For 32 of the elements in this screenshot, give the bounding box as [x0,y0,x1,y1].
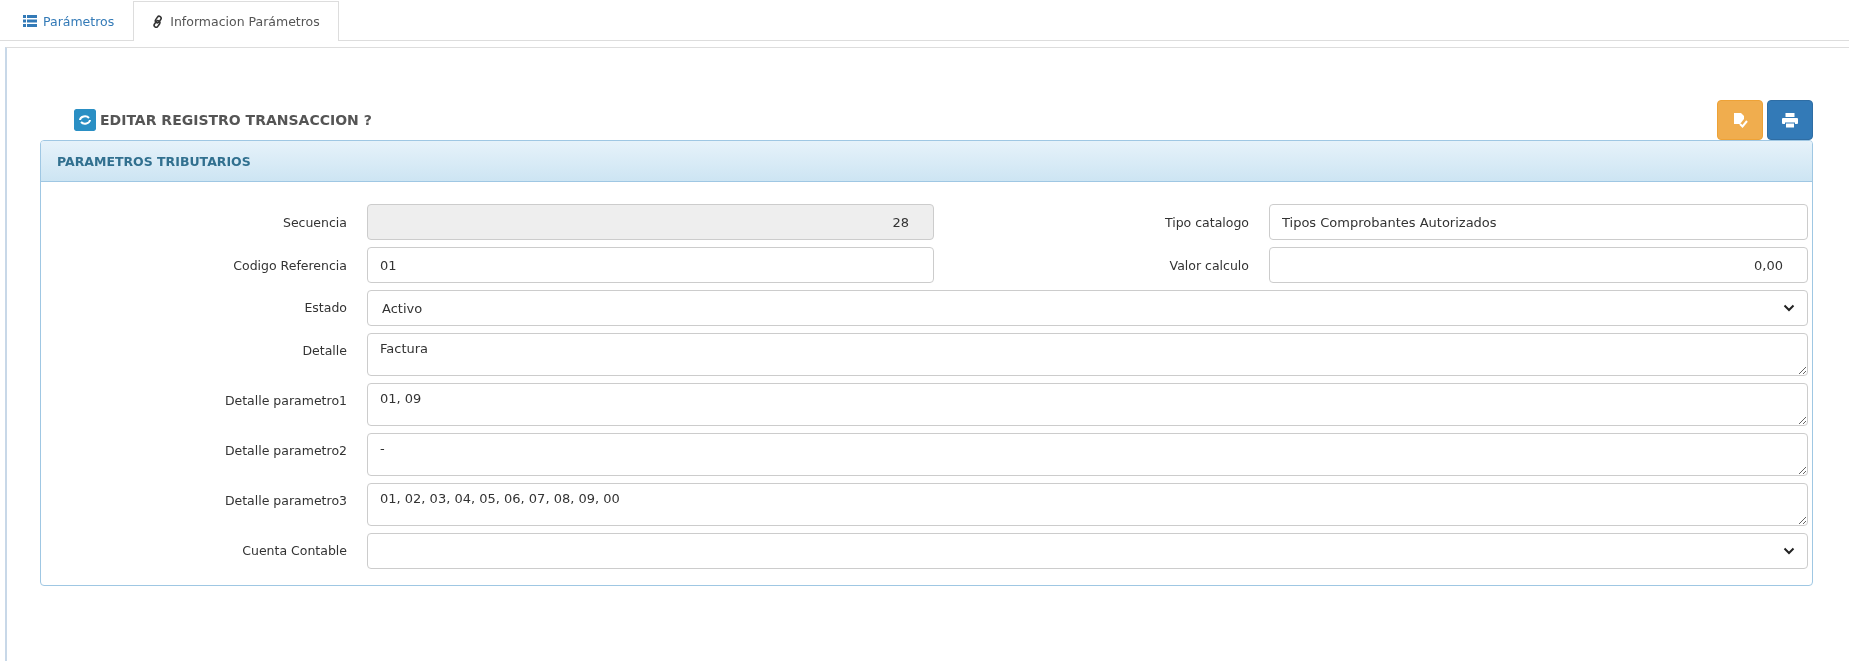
print-icon [1782,112,1798,128]
chevron-down-icon [1783,547,1795,555]
input-field[interactable]: 01 [367,247,934,283]
dropdown[interactable] [367,533,1808,569]
readonly-field[interactable]: 28 [367,204,934,240]
input-field[interactable]: Tipos Comprobantes Autorizados [1269,204,1808,240]
save-check-icon [1732,112,1748,128]
refresh-icon [74,109,96,131]
panel-heading: PARAMETROS TRIBUTARIOS [41,141,1812,182]
field-label: Detalle parametro1 [223,392,347,408]
text-area[interactable]: Factura [367,333,1808,376]
field-label: Detalle parametro2 [223,442,347,458]
field-label: Tipo catalogo [1163,214,1249,230]
link-icon [152,15,165,28]
print-button[interactable] [1767,100,1813,140]
field-label: Secuencia [281,214,347,230]
text-area[interactable]: 01, 09 [367,383,1808,426]
list-icon [23,15,37,27]
field-label: Valor calculo [1168,257,1249,273]
text-area[interactable]: - [367,433,1808,476]
tab[interactable]: Informacion Parámetros [133,1,339,41]
chevron-down-icon [1783,304,1795,312]
field-label: Estado [303,299,347,315]
dropdown[interactable]: Activo [367,290,1808,326]
input-field[interactable]: 0,00 [1269,247,1808,283]
field-label: Cuenta Contable [241,542,347,558]
page-title: EDITAR REGISTRO TRANSACCION ? [100,112,372,128]
text-area[interactable]: 01, 02, 03, 04, 05, 06, 07, 08, 09, 00 [367,483,1808,526]
field-label: Detalle [301,342,347,358]
field-label: Codigo Referencia [232,257,347,273]
tab[interactable]: Parámetros [4,1,134,40]
field-label: Detalle parametro3 [223,492,347,508]
